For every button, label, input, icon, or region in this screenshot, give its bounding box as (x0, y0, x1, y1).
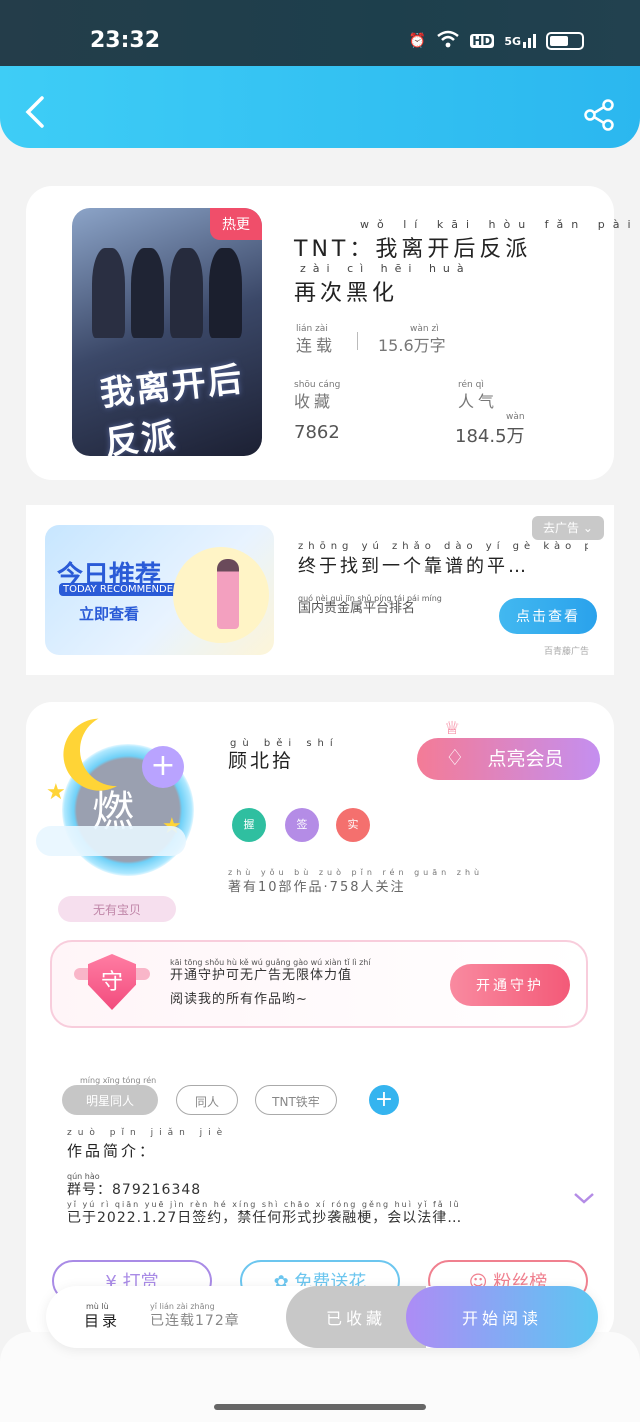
book-title-line2: 再次黑化 (294, 281, 399, 306)
verified-badge: 实 (336, 808, 370, 842)
ad-view-label: 点击查看 (516, 609, 580, 625)
diamond-icon: ♢ (445, 746, 465, 771)
meta-divider (357, 332, 358, 350)
book-title-pinyin-2: zài cì hēi huà (300, 262, 471, 275)
ad-banner-figure (217, 559, 239, 629)
book-cover[interactable]: 我离开后 反派 (72, 208, 262, 456)
share-icon[interactable] (582, 98, 616, 132)
tag-chip[interactable]: 明星同人 (62, 1085, 158, 1115)
signal-icon: 5G (504, 34, 536, 48)
vip-button-label: 点亮会员 (487, 748, 564, 770)
start-reading-label: 开始阅读 (461, 1309, 542, 1328)
ad-sub: 国内贵金属平台排名 (298, 601, 416, 616)
hot-badge-pinyin: rè gēng (220, 195, 252, 204)
fav-label: 收藏 (294, 392, 335, 411)
ad-text: 终于找到一个靠谱的平… (298, 556, 529, 577)
intro-line1: 群号：879216348 (67, 1182, 202, 1198)
header-bar (0, 66, 640, 148)
ad-banner[interactable]: 今日推荐 TODAY RECOMMENDED 立即查看 (45, 525, 274, 655)
tag-chip[interactable]: 同人 (176, 1085, 238, 1115)
remove-ad-label: 去广告 (543, 521, 580, 535)
home-indicator[interactable] (214, 1404, 426, 1410)
chapter-count: 已连载172章 (150, 1313, 240, 1329)
intro-line2: 已于2022.1.27日签约，禁任何形式抄袭融梗，会以法律… (67, 1210, 463, 1226)
ad-text-pinyin: zhōng yú zhǎo dào yí gè kào pǔ de píng (298, 541, 588, 552)
alarm-icon: ⏰ (408, 33, 427, 49)
crown-icon: ♕ (444, 718, 461, 739)
expand-chevron-icon[interactable] (572, 1190, 596, 1206)
hd-icon: HD (470, 34, 495, 48)
favorited-button[interactable]: 已收藏 (286, 1286, 426, 1348)
ad-view-button[interactable]: 点击查看 (499, 598, 597, 634)
word-count: 15.6万字 (378, 336, 446, 355)
ad-banner-sub: TODAY RECOMMENDED (59, 583, 185, 596)
author-stats: 著有10部作品·758人关注 (228, 880, 406, 895)
open-guard-label: 开通守护 (476, 978, 544, 994)
cover-figures (92, 248, 242, 338)
pop-value: 184.5万 (455, 426, 525, 447)
back-icon[interactable] (22, 94, 48, 130)
status-icons: ⏰ HD 5G (409, 30, 584, 52)
tag-chip[interactable]: TNT铁牢 (255, 1085, 337, 1115)
start-reading-button[interactable]: 开始阅读 (406, 1286, 598, 1348)
favorited-label: 已收藏 (325, 1309, 386, 1328)
ad-banner-btn: 立即查看 (79, 605, 140, 623)
pop-label: 人气 (458, 392, 499, 411)
add-avatar-button[interactable]: + (142, 746, 184, 788)
ad-source-label: 百青藤广告 (544, 647, 590, 657)
pop-value-pinyin: wàn (506, 412, 525, 422)
signed-badge: 签 (285, 808, 319, 842)
avatar-tag: 无有宝贝 (58, 896, 176, 922)
battery-icon (546, 32, 584, 50)
remove-ad-button[interactable]: 去广告 ⌄ (532, 516, 604, 540)
handshake-badge: 握 (232, 808, 266, 842)
hot-badge-label: 热更 (222, 217, 250, 233)
open-guard-button[interactable]: 开通守护 (450, 964, 570, 1006)
fav-value: 7862 (294, 422, 340, 443)
status-time: 23:32 (90, 28, 161, 53)
catalog-button[interactable]: 目录 (84, 1310, 120, 1331)
guard-text: 开通守护可无广告无限体力值 阅读我的所有作品哟~ (170, 964, 420, 1012)
add-tag-button[interactable]: + (369, 1085, 399, 1115)
status-label: 连载 (296, 336, 337, 355)
wifi-icon (436, 30, 460, 52)
hot-badge: rè gēng 热更 (210, 195, 262, 240)
cover-title: 我离开后 反派 (98, 359, 246, 456)
network-type: 5G (504, 35, 521, 48)
cloud-icon (36, 826, 186, 856)
author-name: 顾北拾 (228, 750, 295, 772)
guard-line2: 阅读我的所有作品哟~ (170, 992, 308, 1007)
intro-title: 作品简介： (67, 1142, 158, 1160)
vip-button[interactable]: ♢ 点亮会员 (417, 738, 600, 780)
intro-title-pinyin: zuò pǐn jiǎn jiè (67, 1128, 229, 1138)
chevron-down-icon: ⌄ (582, 521, 593, 535)
guard-line1: 开通守护可无广告无限体力值 (170, 968, 353, 983)
star-icon: ★ (46, 780, 66, 805)
tag-pinyin: míng xīng tóng rén (80, 1076, 157, 1085)
intro-text: 群号：879216348 已于2022.1.27日签约，禁任何形式抄袭融梗，会以… (67, 1176, 557, 1232)
